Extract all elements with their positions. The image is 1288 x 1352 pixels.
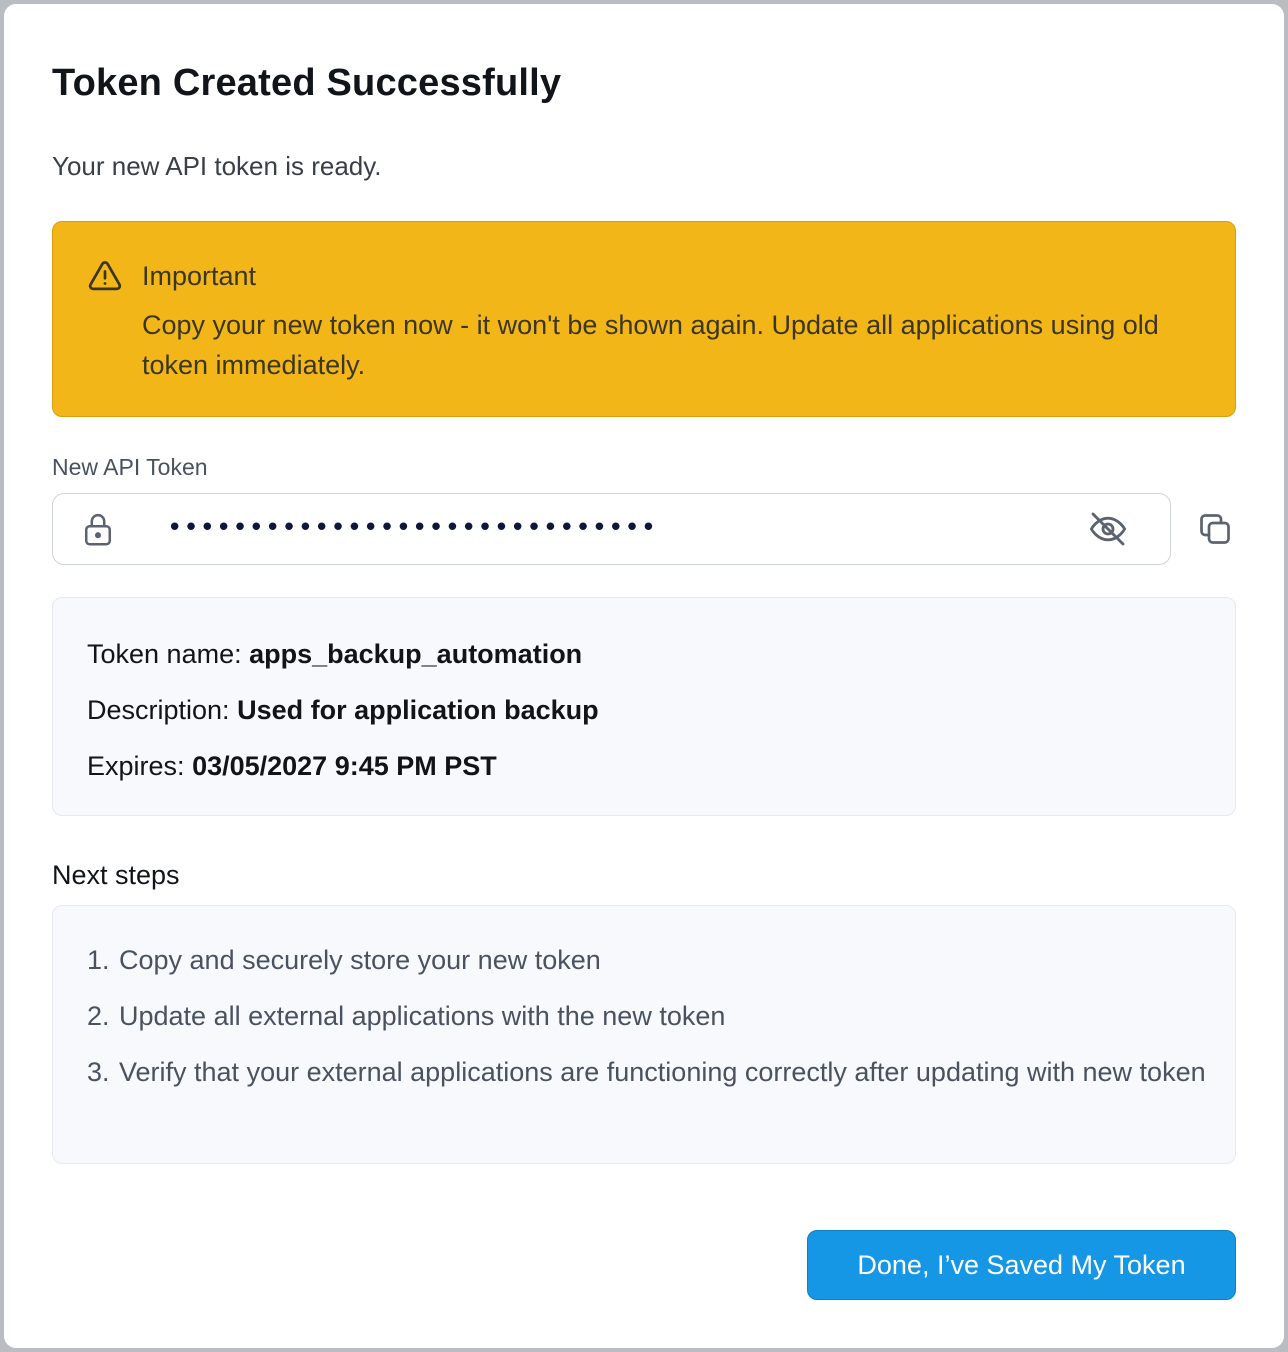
next-steps-list: 1. Copy and securely store your new toke… xyxy=(52,905,1236,1164)
step-text: Verify that your external applications a… xyxy=(119,1057,1206,1087)
step-number: 1. xyxy=(87,945,110,975)
token-details-panel: Token name: apps_backup_automation Descr… xyxy=(52,597,1236,816)
token-created-dialog: Token Created Successfully Your new API … xyxy=(4,4,1284,1348)
token-description-row: Description: Used for application backup xyxy=(87,692,599,728)
token-expires-row: Expires: 03/05/2027 9:45 PM PST xyxy=(87,748,497,784)
dialog-subtitle: Your new API token is ready. xyxy=(52,151,382,181)
done-saved-token-button[interactable]: Done, I’ve Saved My Token xyxy=(807,1230,1236,1300)
step-text: Update all external applications with th… xyxy=(119,1001,726,1031)
token-masked-value: •••••••••••••••••••••••••••••• xyxy=(167,513,658,543)
warning-heading: Important xyxy=(142,261,257,291)
token-description-value: Used for application backup xyxy=(237,695,599,725)
token-description-label: Description: xyxy=(87,695,230,725)
next-steps-heading: Next steps xyxy=(52,860,180,890)
list-item: 3. Verify that your external application… xyxy=(87,1052,1207,1092)
step-number: 2. xyxy=(87,1001,110,1031)
token-name-label: Token name: xyxy=(87,639,242,669)
copy-icon[interactable] xyxy=(1197,511,1233,547)
token-field-label: New API Token xyxy=(52,454,208,480)
token-input[interactable]: •••••••••••••••••••••••••••••• xyxy=(52,493,1171,565)
eye-off-icon[interactable] xyxy=(1088,509,1128,549)
warning-message: Copy your new token now - it won't be sh… xyxy=(142,310,1159,380)
important-warning-banner: Important Copy your new token now - it w… xyxy=(52,221,1236,417)
list-item: 1. Copy and securely store your new toke… xyxy=(87,940,1207,980)
warning-triangle-icon xyxy=(88,261,122,291)
token-name-value: apps_backup_automation xyxy=(249,639,583,669)
step-number: 3. xyxy=(87,1057,110,1087)
step-text: Copy and securely store your new token xyxy=(119,945,601,975)
dialog-title: Token Created Successfully xyxy=(52,62,562,104)
token-expires-label: Expires: xyxy=(87,751,185,781)
list-item: 2. Update all external applications with… xyxy=(87,996,1207,1036)
token-expires-value: 03/05/2027 9:45 PM PST xyxy=(192,751,497,781)
token-name-row: Token name: apps_backup_automation xyxy=(87,636,582,672)
lock-icon xyxy=(84,513,112,546)
